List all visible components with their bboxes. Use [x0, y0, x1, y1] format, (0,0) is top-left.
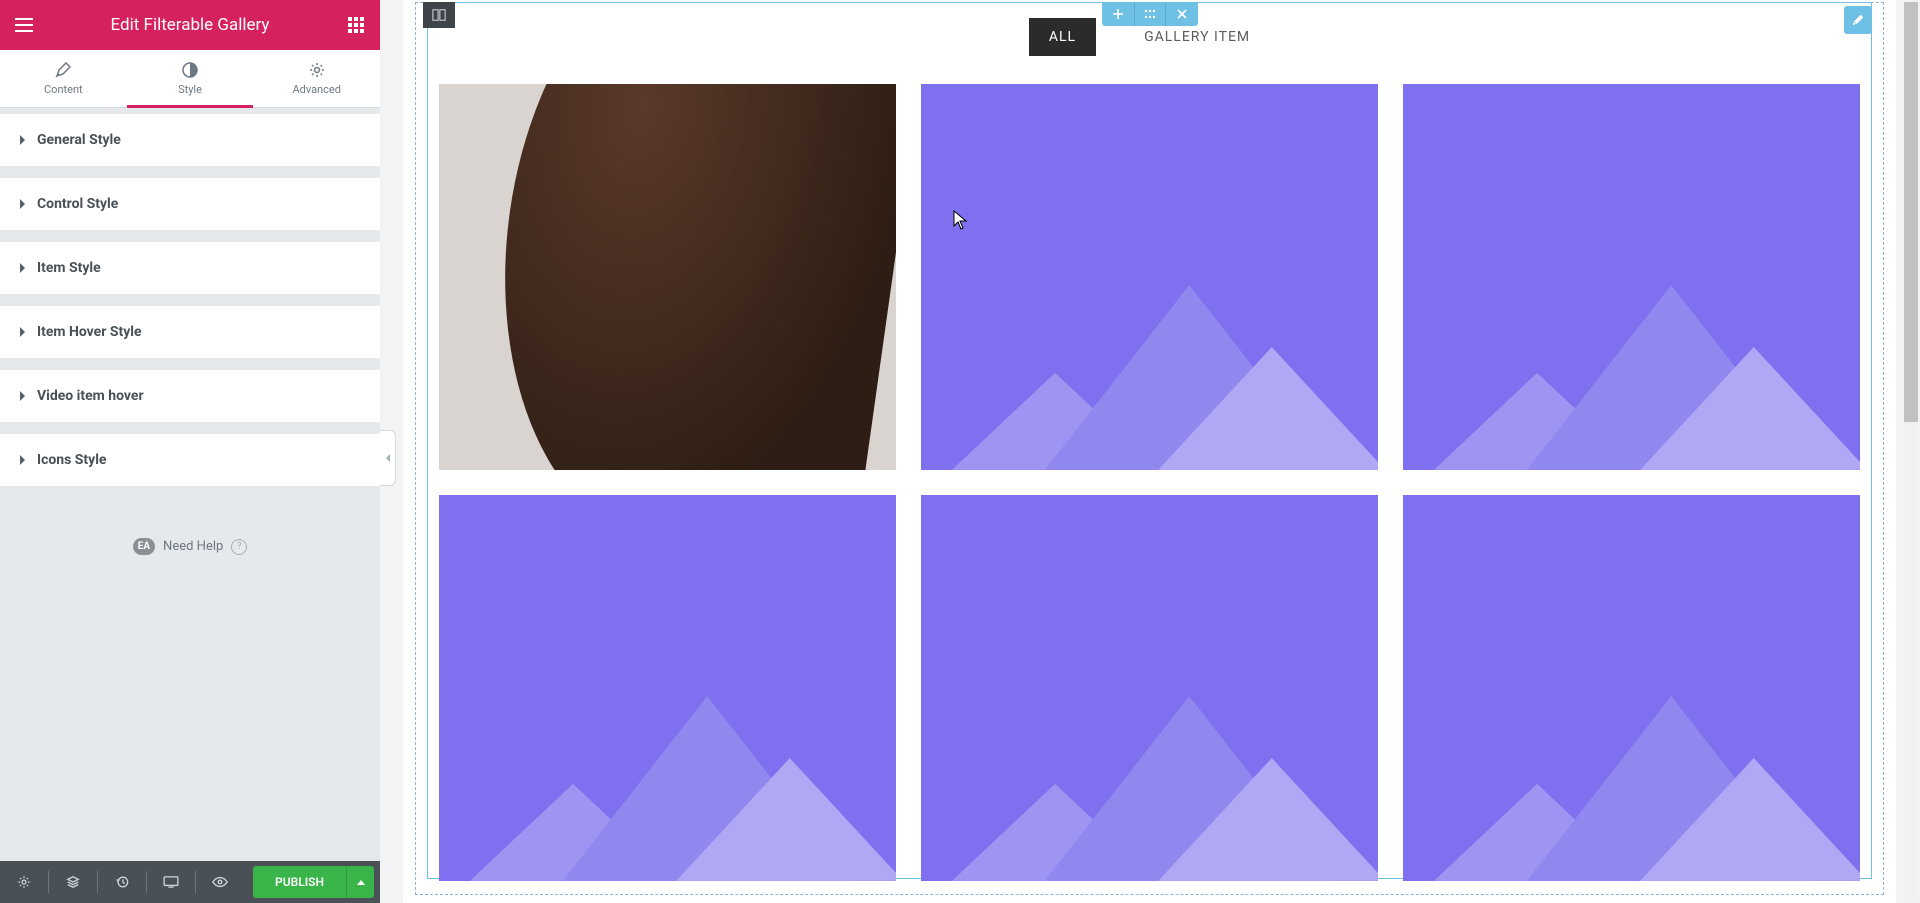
tab-label: Advanced [292, 83, 340, 96]
section-label: Item Style [37, 260, 101, 276]
ea-badge: EA [133, 538, 155, 555]
chevron-up-icon [357, 880, 365, 885]
gallery-item[interactable] [1403, 84, 1860, 470]
section-label: Control Style [37, 196, 118, 212]
section-control-style[interactable]: Control Style [0, 178, 380, 230]
panel-header: Edit Filterable Gallery [0, 0, 380, 50]
eye-icon [212, 876, 228, 888]
gallery-item-image [439, 84, 896, 470]
help-icon: ? [231, 539, 247, 555]
tab-content[interactable]: Content [0, 50, 127, 107]
publish-group: PUBLISH [253, 866, 374, 898]
chevron-left-icon [386, 454, 390, 462]
section-item-style[interactable]: Item Style [0, 242, 380, 294]
need-help-label: Need Help [163, 539, 223, 554]
publish-button[interactable]: PUBLISH [253, 866, 346, 898]
grid-icon [348, 17, 364, 33]
scrollbar-track[interactable] [1904, 2, 1918, 901]
need-help-link[interactable]: EA Need Help ? [0, 498, 380, 595]
sections-list: General Style Control Style Item Style I… [0, 108, 380, 861]
section-item-hover-style[interactable]: Item Hover Style [0, 306, 380, 358]
tab-label: Style [178, 83, 202, 96]
gallery-item[interactable] [1403, 495, 1860, 881]
editor-canvas: ALL GALLERY ITEM [403, 0, 1896, 903]
navigator-button[interactable] [49, 861, 97, 903]
section-label: General Style [37, 132, 121, 148]
hamburger-menu-button[interactable] [0, 0, 48, 50]
section-label: Item Hover Style [37, 324, 142, 340]
section-icons-style[interactable]: Icons Style [0, 434, 380, 486]
preview-button[interactable] [196, 861, 244, 903]
publish-dropdown-button[interactable] [346, 866, 374, 898]
section-video-item-hover[interactable]: Video item hover [0, 370, 380, 422]
chevron-right-icon [20, 327, 25, 337]
hamburger-icon [15, 18, 33, 32]
gallery-item[interactable] [439, 84, 896, 470]
filterable-gallery-grid [439, 84, 1860, 881]
section-general-style[interactable]: General Style [0, 114, 380, 166]
chevron-right-icon [20, 391, 25, 401]
history-button[interactable] [98, 861, 146, 903]
settings-button[interactable] [0, 861, 48, 903]
gallery-item[interactable] [921, 84, 1378, 470]
gear-icon [308, 61, 326, 79]
panel-footer: PUBLISH [0, 861, 380, 903]
gallery-item[interactable] [439, 495, 896, 881]
section-label: Icons Style [37, 452, 106, 468]
monitor-icon [163, 876, 179, 888]
gallery-filter-tabs: ALL GALLERY ITEM [403, 18, 1896, 56]
gear-icon [17, 875, 31, 889]
chevron-right-icon [20, 455, 25, 465]
pencil-icon [54, 61, 72, 79]
layers-icon [66, 875, 80, 889]
image-placeholder-icon [1403, 495, 1860, 881]
chevron-right-icon [20, 135, 25, 145]
image-placeholder-icon [921, 84, 1378, 470]
responsive-button[interactable] [147, 861, 195, 903]
image-placeholder-icon [439, 495, 896, 881]
widgets-grid-button[interactable] [332, 0, 380, 50]
panel-tabs: Content Style Advanced [0, 50, 380, 108]
editor-panel: Edit Filterable Gallery Content Style Ad… [0, 0, 380, 903]
mouse-cursor-icon [953, 210, 967, 234]
tab-advanced[interactable]: Advanced [253, 50, 380, 107]
panel-title: Edit Filterable Gallery [111, 15, 270, 35]
chevron-right-icon [20, 263, 25, 273]
history-icon [115, 875, 129, 889]
tab-style[interactable]: Style [127, 50, 254, 107]
filter-tab-all[interactable]: ALL [1029, 18, 1096, 56]
section-label: Video item hover [37, 388, 144, 404]
gallery-item[interactable] [921, 495, 1378, 881]
scrollbar-thumb[interactable] [1904, 2, 1918, 422]
tab-label: Content [44, 83, 83, 96]
image-placeholder-icon [921, 495, 1378, 881]
filter-tab-gallery-item[interactable]: GALLERY ITEM [1124, 18, 1270, 56]
image-placeholder-icon [1403, 84, 1860, 470]
chevron-right-icon [20, 199, 25, 209]
panel-collapse-handle[interactable] [380, 430, 396, 486]
droplet-contrast-icon [181, 61, 199, 79]
